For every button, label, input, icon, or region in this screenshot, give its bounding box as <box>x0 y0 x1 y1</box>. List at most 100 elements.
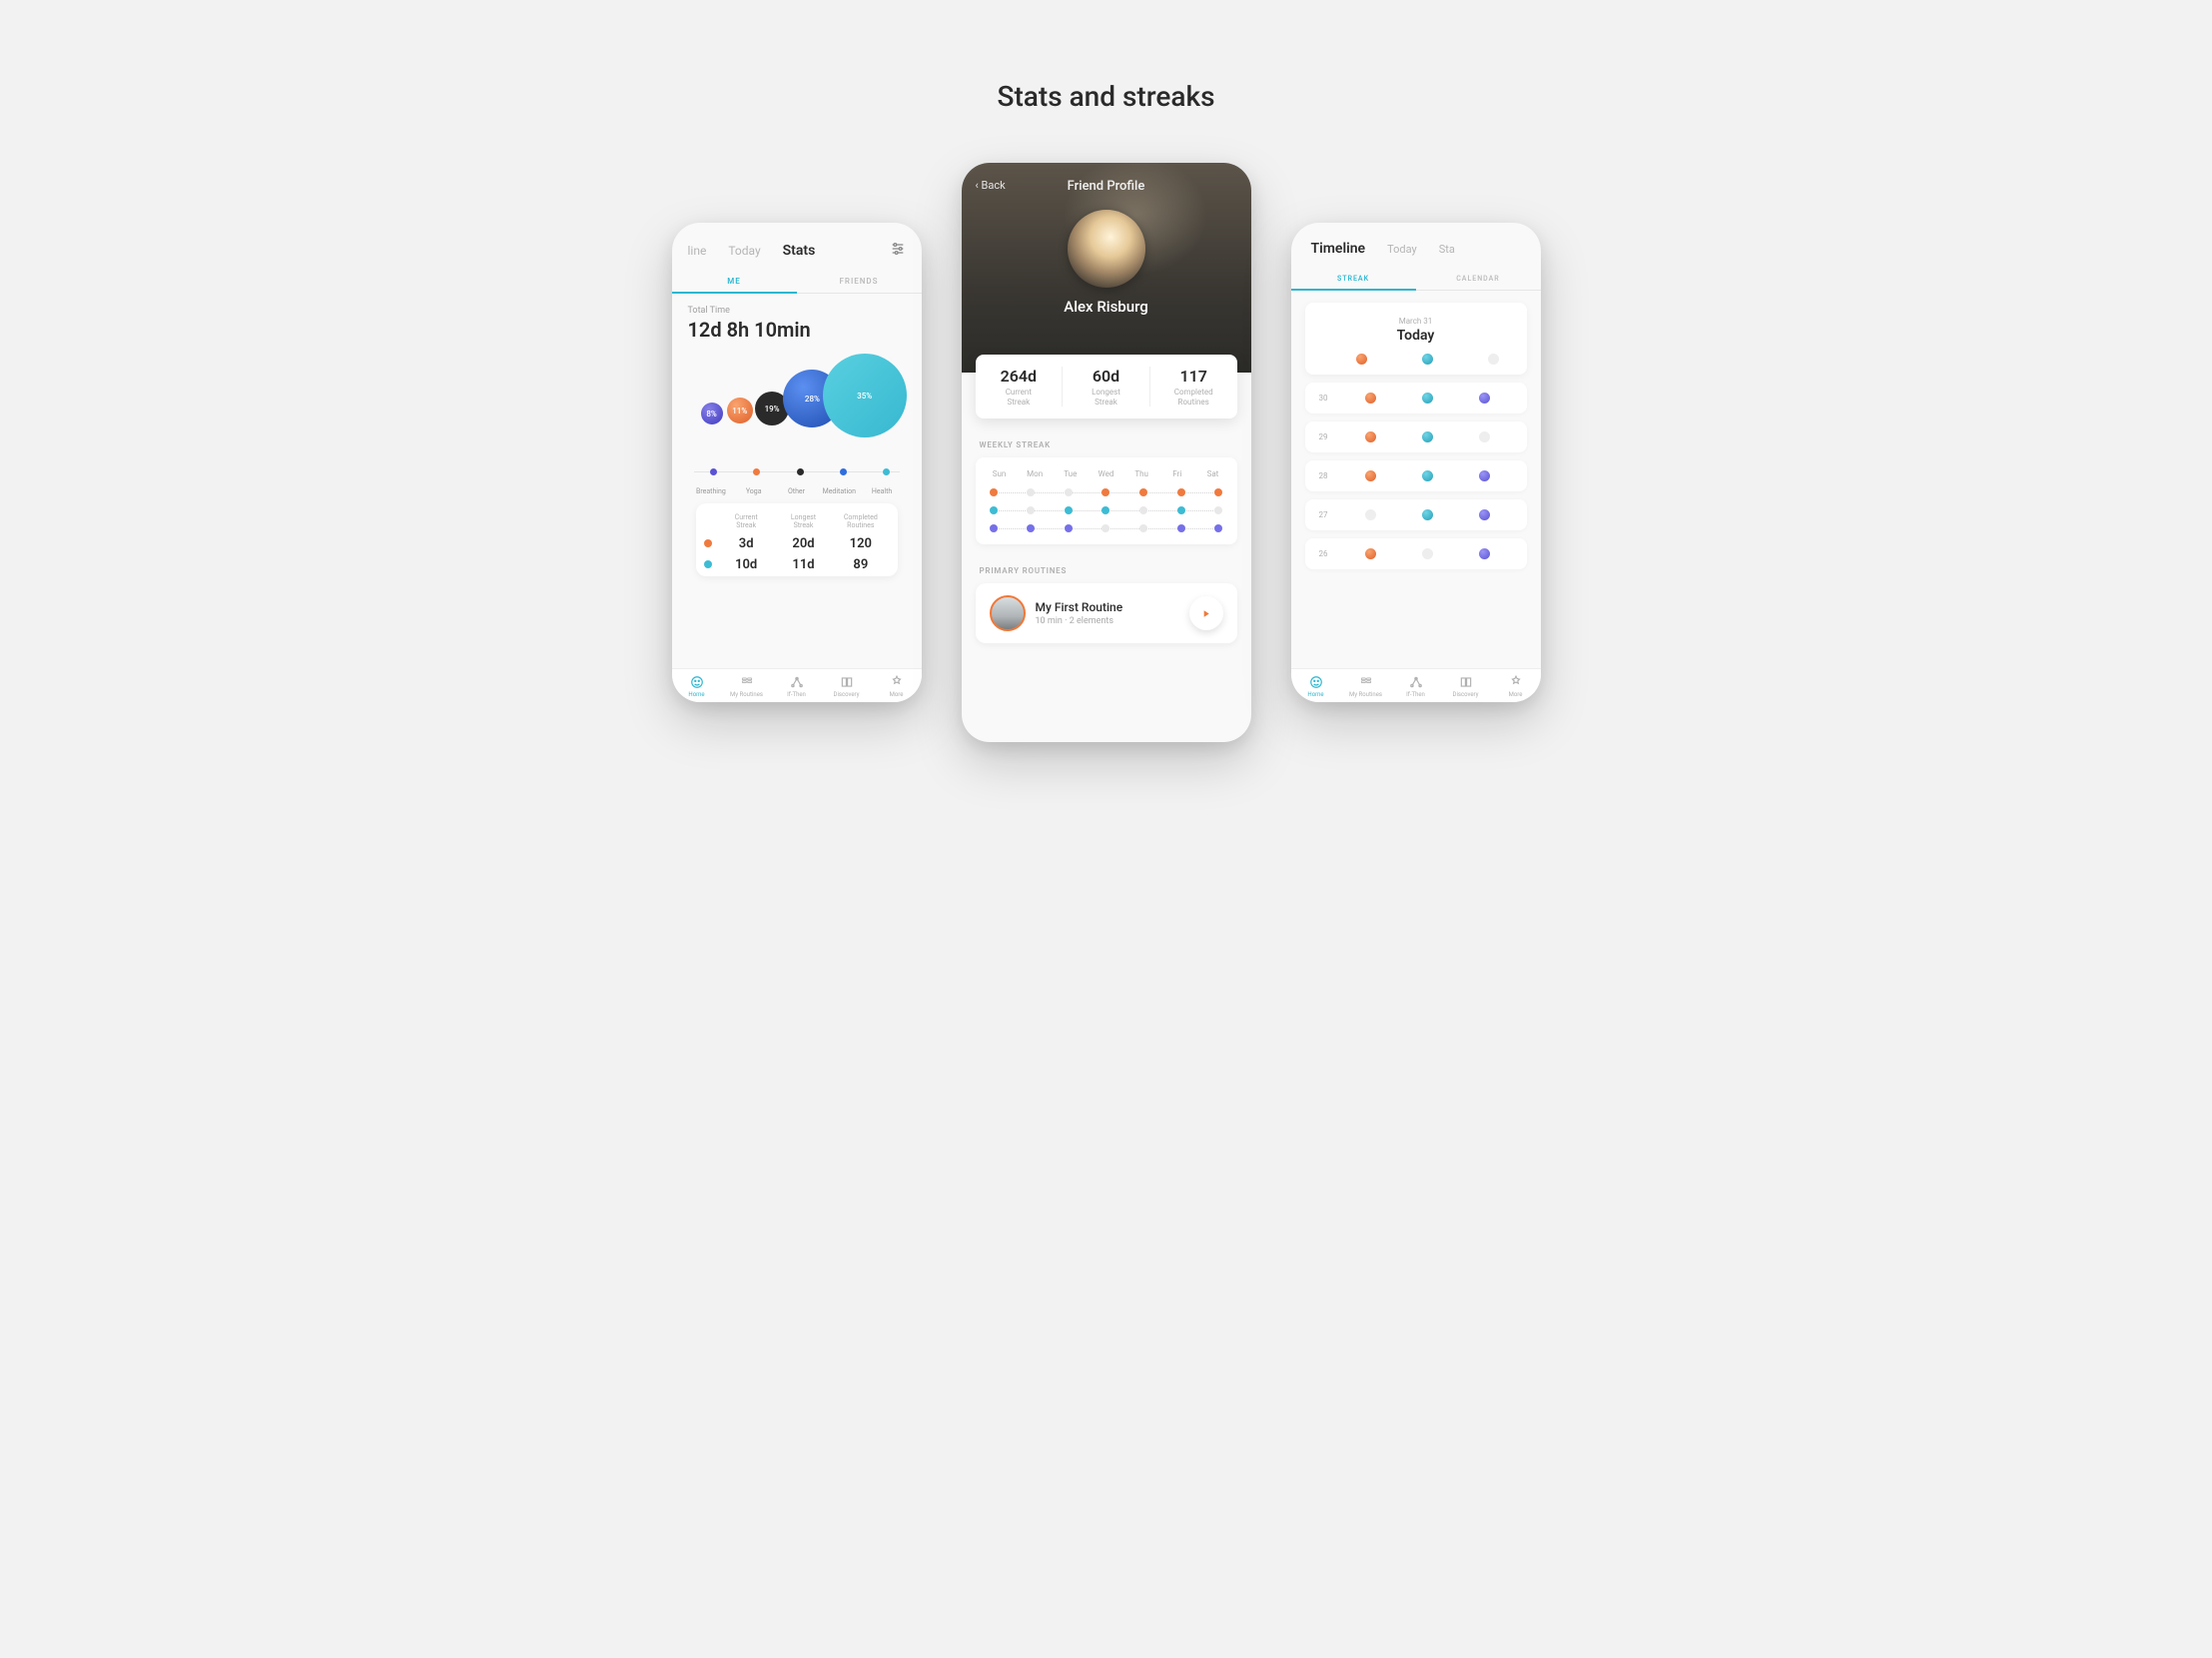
tab-today[interactable]: Today <box>1387 243 1417 256</box>
weekly-streak-label: WEEKLY STREAK <box>980 440 1233 449</box>
week-dot <box>1027 524 1035 532</box>
streak-dot <box>1365 548 1376 559</box>
streak-dot <box>1422 354 1433 365</box>
week-dot <box>1139 524 1147 532</box>
play-icon <box>1200 604 1211 623</box>
week-dot <box>1139 506 1147 514</box>
subtab-friends[interactable]: FRIENDS <box>797 269 922 294</box>
tab-today[interactable]: Today <box>728 244 760 258</box>
routine-title: My First Routine <box>1036 600 1179 614</box>
week-dot <box>990 524 998 532</box>
nav-discovery[interactable]: Discovery <box>1441 675 1491 698</box>
header-title: Friend Profile <box>962 179 1251 194</box>
nav-my-routines[interactable]: My Routines <box>722 675 772 698</box>
home-icon <box>1291 675 1341 689</box>
streak-dot <box>1422 509 1433 520</box>
subtab-me[interactable]: ME <box>672 269 797 294</box>
weekday-label: Mon <box>1025 469 1045 478</box>
settings-icon[interactable] <box>890 241 906 261</box>
weekday-label: Wed <box>1096 469 1115 478</box>
tab-stats[interactable]: Sta <box>1439 243 1455 256</box>
play-button[interactable] <box>1189 596 1223 630</box>
ifthen-icon <box>1391 675 1441 689</box>
streak-dot <box>1422 431 1433 442</box>
streak-current: 3d <box>718 536 775 551</box>
tab-stats[interactable]: Stats <box>783 243 816 259</box>
streak-card: Current Streak Longest Streak Completed … <box>696 503 898 576</box>
stat-value: 117 <box>1150 367 1237 386</box>
nav-label: My Routines <box>1341 691 1391 698</box>
friend-name: Alex Risburg <box>962 298 1251 316</box>
nav-my-routines[interactable]: My Routines <box>1341 675 1391 698</box>
streak-dot <box>1422 548 1433 559</box>
subtab-calendar[interactable]: CALENDAR <box>1416 265 1541 291</box>
bottom-nav: HomeMy RoutinesIf-ThenDiscoveryMore <box>1291 668 1541 702</box>
week-dot <box>990 506 998 514</box>
more-icon <box>1491 675 1541 689</box>
stat-label: Current Streak <box>976 388 1063 407</box>
avatar[interactable] <box>1068 210 1145 288</box>
nav-if-then[interactable]: If-Then <box>1391 675 1441 698</box>
week-dot <box>1177 488 1185 496</box>
subtab-streak[interactable]: STREAK <box>1291 265 1416 291</box>
streak-longest: 20d <box>775 536 832 551</box>
nav-label: If-Then <box>772 691 822 698</box>
legend-dot <box>797 468 804 475</box>
streak-row: 10d 11d 89 <box>704 557 890 572</box>
stats-phone: line Today Stats ME FRIENDS Total Time 1… <box>672 223 922 702</box>
discovery-icon <box>822 675 872 689</box>
weekday-label: Thu <box>1131 469 1151 478</box>
week-dot <box>990 488 998 496</box>
streak-dot <box>1365 431 1376 442</box>
timeline-row: 26 <box>1305 538 1527 569</box>
legend-dot <box>753 468 760 475</box>
bottom-nav: HomeMy RoutinesIf-ThenDiscoveryMore <box>672 668 922 702</box>
week-row <box>990 488 1223 496</box>
streak-completed: 89 <box>832 557 889 572</box>
stat-value: 264d <box>976 367 1063 386</box>
day-label: 28 <box>1319 471 1343 480</box>
weekly-streak-card: SunMonTueWedThuFriSat <box>976 457 1237 544</box>
nav-more[interactable]: More <box>1491 675 1541 698</box>
date-value: Today <box>1305 328 1527 344</box>
timeline-row: 28 <box>1305 460 1527 491</box>
streak-dot <box>1365 393 1376 404</box>
streak-dot <box>1422 393 1433 404</box>
timeline-row: 27 <box>1305 499 1527 530</box>
page-title: Stats and streaks <box>0 80 2212 113</box>
tab-timeline[interactable]: line <box>688 244 707 258</box>
nav-discovery[interactable]: Discovery <box>822 675 872 698</box>
week-dot <box>1065 506 1073 514</box>
nav-label: Home <box>1291 691 1341 698</box>
legend-dot <box>710 468 717 475</box>
stat-label: Completed Routines <box>1150 388 1237 407</box>
streak-row-dot <box>704 539 712 547</box>
week-row <box>990 506 1223 514</box>
streak-row: 3d 20d 120 <box>704 536 890 551</box>
more-icon <box>872 675 922 689</box>
nav-home[interactable]: Home <box>672 675 722 698</box>
nav-label: Discovery <box>1441 691 1491 698</box>
weekday-label: Sun <box>990 469 1010 478</box>
streak-completed: 120 <box>832 536 889 551</box>
timeline-row: 30 <box>1305 383 1527 414</box>
friend-stat: 117 Completed Routines <box>1150 367 1237 407</box>
nav-more[interactable]: More <box>872 675 922 698</box>
routine-thumbnail <box>990 595 1026 631</box>
nav-home[interactable]: Home <box>1291 675 1341 698</box>
streak-row-dot <box>704 560 712 568</box>
nav-label: My Routines <box>722 691 772 698</box>
tab-timeline[interactable]: Timeline <box>1311 241 1366 257</box>
streak-dot <box>1365 509 1376 520</box>
total-time-label: Total Time <box>688 306 906 316</box>
routine-card[interactable]: My First Routine 10 min · 2 elements <box>976 583 1237 643</box>
legend-label: Yoga <box>732 487 775 495</box>
nav-label: More <box>872 691 922 698</box>
discovery-icon <box>1441 675 1491 689</box>
routines-icon <box>722 675 772 689</box>
friend-stat: 60dLongest Streak <box>1063 367 1150 407</box>
nav-if-then[interactable]: If-Then <box>772 675 822 698</box>
streak-header-longest: Longest Streak <box>775 513 832 530</box>
routines-icon <box>1341 675 1391 689</box>
stat-value: 60d <box>1063 367 1149 386</box>
